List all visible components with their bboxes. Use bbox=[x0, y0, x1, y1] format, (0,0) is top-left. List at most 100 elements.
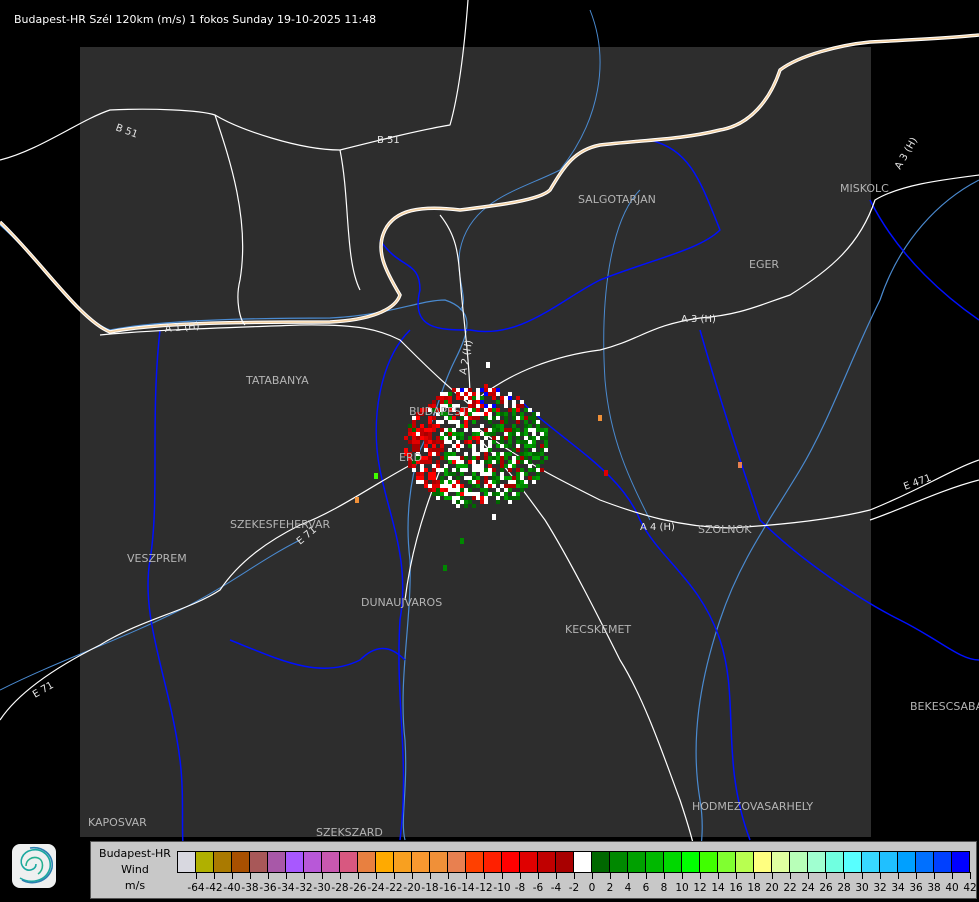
legend-tick bbox=[916, 872, 917, 879]
legend-tick bbox=[538, 872, 539, 879]
legend-tick bbox=[934, 872, 935, 879]
radar-echo bbox=[448, 476, 452, 480]
radar-echo bbox=[476, 476, 480, 480]
radar-echo bbox=[524, 484, 528, 488]
radar-echo bbox=[540, 432, 544, 436]
radar-echo bbox=[512, 424, 516, 428]
radar-echo bbox=[528, 468, 532, 472]
radar-echo bbox=[532, 420, 536, 424]
legend-tick-label: -30 bbox=[313, 882, 331, 894]
radar-echo bbox=[472, 472, 476, 476]
legend-color-box bbox=[430, 852, 448, 872]
radar-echo bbox=[488, 468, 492, 472]
radar-echo bbox=[512, 448, 516, 452]
radar-echo bbox=[428, 488, 432, 492]
radar-echo bbox=[496, 436, 500, 440]
radar-echo bbox=[496, 400, 500, 404]
legend-color-box bbox=[376, 852, 394, 872]
radar-echo bbox=[476, 440, 480, 444]
radar-echo bbox=[492, 396, 496, 400]
radar-echo bbox=[472, 492, 476, 496]
radar-echo bbox=[448, 432, 452, 436]
radar-echo bbox=[420, 464, 424, 468]
radar-echo bbox=[476, 496, 480, 500]
legend-color-box bbox=[844, 852, 862, 872]
radar-echo bbox=[480, 404, 484, 408]
color-legend: Budapest-HR Wind m/s -64 -42 -40 -38 -36 -34-… bbox=[90, 841, 977, 899]
radar-echo bbox=[476, 452, 480, 456]
radar-echo bbox=[456, 496, 460, 500]
city-label: TATABANYA bbox=[245, 374, 309, 387]
legend-color-box bbox=[448, 852, 466, 872]
radar-echo bbox=[412, 444, 416, 448]
radar-echo bbox=[484, 436, 488, 440]
radar-echo bbox=[492, 514, 496, 520]
radar-echo bbox=[484, 388, 488, 392]
radar-echo bbox=[464, 504, 468, 508]
radar-echo bbox=[492, 480, 496, 484]
radar-echo bbox=[456, 420, 460, 424]
radar-echo bbox=[476, 432, 480, 436]
legend-tick-label: -4 bbox=[550, 882, 562, 894]
radar-echo bbox=[472, 428, 476, 432]
radar-echo bbox=[436, 496, 440, 500]
radar-echo bbox=[500, 460, 504, 464]
radar-echo bbox=[436, 488, 440, 492]
radar-map[interactable]: SALGOTARJAN MISKOLC EGER TATABANYA BUDAP… bbox=[0, 0, 979, 900]
radar-echo bbox=[500, 464, 504, 468]
radar-echo bbox=[374, 473, 378, 479]
radar-echo bbox=[476, 416, 480, 420]
radar-echo bbox=[484, 456, 488, 460]
legend-color-box bbox=[340, 852, 358, 872]
legend-color-box bbox=[646, 852, 664, 872]
radar-echo bbox=[536, 452, 540, 456]
radar-echo bbox=[520, 460, 524, 464]
radar-echo bbox=[464, 420, 468, 424]
legend-color-box bbox=[286, 852, 304, 872]
radar-echo bbox=[472, 432, 476, 436]
radar-echo bbox=[484, 428, 488, 432]
radar-echo bbox=[436, 396, 440, 400]
legend-color-box bbox=[538, 852, 556, 872]
radar-echo bbox=[460, 484, 464, 488]
radar-echo bbox=[468, 388, 472, 392]
radar-echo bbox=[492, 440, 496, 444]
legend-tick-label: 24 bbox=[801, 882, 815, 894]
radar-echo bbox=[484, 492, 488, 496]
radar-echo bbox=[472, 416, 476, 420]
radar-echo bbox=[520, 468, 524, 472]
radar-echo bbox=[476, 400, 480, 404]
radar-echo bbox=[476, 396, 480, 400]
radar-echo bbox=[488, 408, 492, 412]
radar-echo bbox=[452, 484, 456, 488]
radar-echo bbox=[528, 436, 532, 440]
radar-echo bbox=[424, 460, 428, 464]
radar-echo bbox=[520, 440, 524, 444]
road-label: A 3 (H) bbox=[681, 314, 716, 325]
radar-echo bbox=[508, 500, 512, 504]
radar-echo bbox=[480, 440, 484, 444]
radar-echo bbox=[472, 392, 476, 396]
radar-echo bbox=[456, 388, 460, 392]
radar-echo bbox=[516, 472, 520, 476]
radar-echo bbox=[456, 424, 460, 428]
radar-echo bbox=[496, 476, 500, 480]
radar-echo bbox=[440, 400, 444, 404]
legend-tick-label: -36 bbox=[259, 882, 277, 894]
radar-echo bbox=[452, 436, 456, 440]
radar-echo bbox=[460, 392, 464, 396]
radar-echo bbox=[428, 428, 432, 432]
radar-echo bbox=[484, 384, 488, 388]
radar-echo bbox=[460, 538, 464, 544]
radar-echo bbox=[416, 444, 420, 448]
radar-echo bbox=[432, 492, 436, 496]
radar-echo bbox=[420, 436, 424, 440]
radar-echo bbox=[520, 404, 524, 408]
radar-echo bbox=[472, 396, 476, 400]
legend-color-box bbox=[178, 852, 196, 872]
radar-echo bbox=[460, 396, 464, 400]
radar-echo bbox=[532, 444, 536, 448]
radar-echo bbox=[508, 392, 512, 396]
radar-echo bbox=[476, 428, 480, 432]
radar-echo bbox=[516, 428, 520, 432]
